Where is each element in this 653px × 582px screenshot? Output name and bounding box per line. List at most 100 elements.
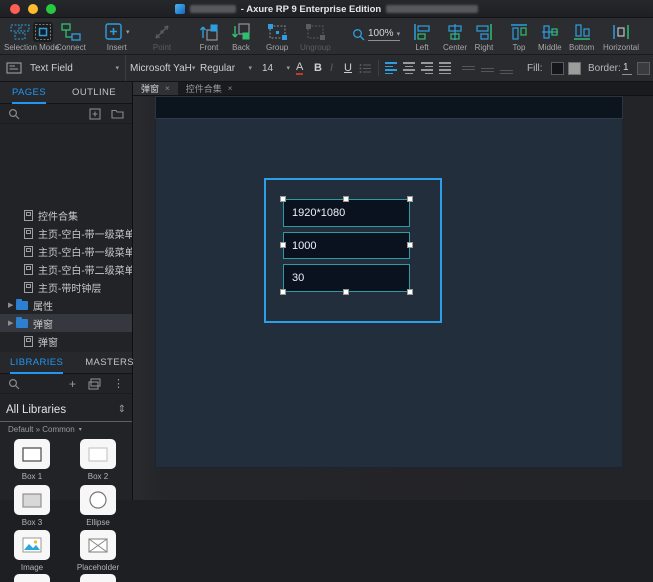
add-library-icon[interactable]: + bbox=[69, 377, 76, 391]
zoom-search-icon bbox=[352, 28, 365, 41]
canvas-tab[interactable]: 控件合集 × bbox=[178, 82, 241, 95]
bold-button[interactable]: B bbox=[314, 55, 322, 81]
send-back-icon bbox=[230, 22, 252, 42]
font-family-value: Microsoft YaH bbox=[130, 63, 192, 74]
front-button[interactable]: Front bbox=[198, 21, 220, 52]
align-right-button[interactable]: Right bbox=[474, 21, 494, 52]
bullet-list-icon bbox=[359, 63, 372, 74]
ungroup-icon bbox=[305, 22, 326, 42]
page-item[interactable]: 控件合集 bbox=[0, 206, 132, 224]
expand-caret-icon[interactable]: ▶ bbox=[8, 319, 16, 327]
bullet-list-button bbox=[359, 55, 372, 81]
page-icon bbox=[24, 246, 33, 257]
underline-button[interactable]: U bbox=[344, 55, 352, 81]
search-icon[interactable] bbox=[8, 378, 20, 390]
font-style-dropdown[interactable]: Regular ▾ bbox=[200, 55, 252, 81]
widget-ellipse[interactable] bbox=[80, 485, 116, 515]
selection-handle[interactable] bbox=[280, 242, 286, 248]
back-button[interactable]: Back bbox=[230, 21, 252, 52]
selection-handle[interactable] bbox=[343, 289, 349, 295]
search-icon[interactable] bbox=[8, 108, 20, 120]
text-align-right-button[interactable] bbox=[421, 55, 433, 81]
fill-color-swatch[interactable] bbox=[551, 55, 564, 81]
page-item[interactable]: 主页-带时钟层 bbox=[0, 278, 132, 296]
align-top-icon bbox=[509, 22, 529, 42]
widget-placeholder[interactable] bbox=[80, 530, 116, 560]
fill-label: Fill: bbox=[527, 55, 543, 81]
add-folder-icon[interactable] bbox=[111, 108, 124, 119]
text-color-button[interactable]: A bbox=[296, 55, 303, 81]
tab-masters[interactable]: MASTERS bbox=[85, 352, 134, 374]
font-size-value: 14 bbox=[262, 63, 286, 74]
zoom-value[interactable]: 100% bbox=[368, 28, 394, 39]
zoom-control[interactable]: 100% ▾ bbox=[352, 28, 400, 41]
folder-item[interactable]: ▶ 属性 bbox=[0, 296, 132, 314]
widget-box1[interactable] bbox=[14, 439, 50, 469]
align-left-button[interactable]: Left bbox=[412, 21, 432, 52]
group-label: Group bbox=[266, 43, 288, 52]
selection-handle[interactable] bbox=[280, 196, 286, 202]
page-item[interactable]: 主页-空白-带二级菜单 bbox=[0, 260, 132, 278]
font-family-dropdown[interactable]: Microsoft YaH ▾ bbox=[130, 55, 192, 81]
align-bottom-button[interactable]: Bottom bbox=[569, 21, 594, 52]
page-header-band[interactable] bbox=[155, 96, 623, 119]
library-select[interactable]: All Libraries ⇕ bbox=[0, 398, 132, 422]
tab-outline[interactable]: OUTLINE bbox=[72, 82, 116, 104]
text-align-justify-button[interactable] bbox=[439, 55, 451, 81]
canvas-viewport[interactable]: 1920*1080 1000 30 bbox=[133, 96, 653, 500]
close-tab-icon[interactable]: × bbox=[165, 84, 170, 93]
widget-partial[interactable] bbox=[80, 574, 116, 582]
border-width-field[interactable]: 1 bbox=[622, 55, 632, 81]
text-align-left-icon bbox=[385, 62, 397, 74]
redacted-filename bbox=[190, 5, 236, 13]
close-tab-icon[interactable]: × bbox=[228, 84, 233, 93]
selection-mode-button[interactable]: Selection Mode bbox=[4, 21, 59, 52]
widget-partial[interactable] bbox=[14, 574, 50, 582]
canvas-text-field[interactable]: 30 bbox=[283, 264, 410, 292]
insert-button[interactable]: ▾ Insert bbox=[104, 21, 130, 52]
widget-style-dropdown[interactable]: Text Field ▾ bbox=[0, 55, 126, 81]
align-center-button[interactable]: Center bbox=[443, 21, 467, 52]
text-align-left-button[interactable] bbox=[385, 55, 397, 81]
fill-opacity-swatch[interactable] bbox=[568, 55, 581, 81]
group-button[interactable]: Group bbox=[266, 21, 288, 52]
selection-contain-icon bbox=[33, 22, 53, 42]
selection-handle[interactable] bbox=[280, 289, 286, 295]
selection-handle[interactable] bbox=[407, 242, 413, 248]
canvas-text-field[interactable]: 1000 bbox=[283, 232, 410, 259]
selection-handle[interactable] bbox=[407, 196, 413, 202]
tab-libraries[interactable]: LIBRARIES bbox=[10, 352, 63, 374]
align-top-button[interactable]: Top bbox=[509, 21, 529, 52]
align-bottom-icon bbox=[572, 22, 592, 42]
align-middle-button[interactable]: Middle bbox=[538, 21, 562, 52]
widget-box3[interactable] bbox=[14, 485, 50, 515]
ellipse-icon bbox=[88, 490, 108, 510]
tab-pages[interactable]: PAGES bbox=[12, 82, 46, 104]
bring-front-icon bbox=[198, 22, 220, 42]
libraries-panel-tabs: LIBRARIES MASTERS bbox=[0, 352, 132, 374]
library-group-header[interactable]: Default » Common ▾ bbox=[8, 425, 82, 434]
font-size-dropdown[interactable]: 14 ▾ bbox=[262, 55, 290, 81]
expand-caret-icon[interactable]: ▶ bbox=[8, 301, 16, 309]
distribute-horizontal-button[interactable]: Horizontal bbox=[603, 21, 639, 52]
widget-image[interactable] bbox=[14, 530, 50, 560]
add-page-icon[interactable] bbox=[89, 108, 101, 120]
border-color-swatch[interactable] bbox=[637, 55, 650, 81]
folder-item-selected[interactable]: ▶ 弹窗 bbox=[0, 314, 132, 332]
page-item[interactable]: 弹窗 bbox=[0, 332, 132, 350]
page-item[interactable]: 主页-空白-带一级菜单-带收藏夹 bbox=[0, 242, 132, 260]
selection-handle[interactable] bbox=[343, 196, 349, 202]
more-options-icon[interactable]: ⋮ bbox=[113, 377, 124, 390]
connect-button[interactable]: Connect bbox=[56, 21, 86, 52]
page-item[interactable]: 主页-空白-带一级菜单 bbox=[0, 224, 132, 242]
widget-box2[interactable] bbox=[80, 439, 116, 469]
canvas-tab-active[interactable]: 弹窗 × bbox=[133, 82, 178, 95]
library-stack-icon[interactable] bbox=[88, 378, 101, 390]
widget-label: Box 2 bbox=[68, 472, 128, 481]
text-align-center-button[interactable] bbox=[403, 55, 415, 81]
canvas-text-field[interactable]: 1920*1080 bbox=[283, 199, 410, 227]
page-icon bbox=[24, 210, 33, 221]
page-icon bbox=[24, 228, 33, 239]
app-icon bbox=[175, 4, 185, 14]
selection-handle[interactable] bbox=[407, 289, 413, 295]
